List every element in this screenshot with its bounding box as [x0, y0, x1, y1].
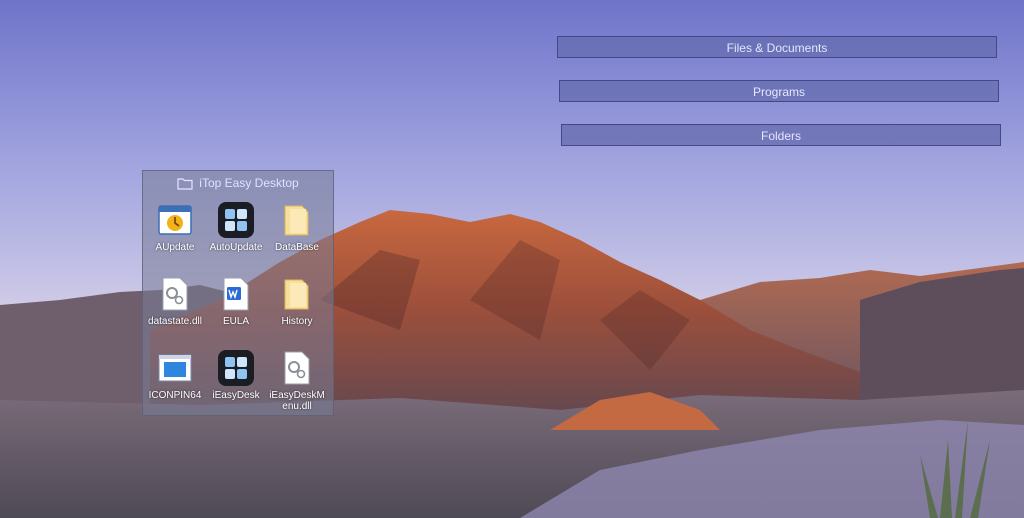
fence-item-database[interactable]: DataBase	[267, 197, 327, 271]
fence-item-label: DataBase	[275, 242, 319, 253]
autoupdate-app-icon	[217, 201, 255, 239]
iEasyDesk-app-icon	[217, 349, 255, 387]
programs-bar[interactable]: Programs	[559, 80, 999, 102]
fence-item-label: AutoUpdate	[209, 242, 263, 253]
folder-icon	[278, 201, 316, 239]
fence-icon-grid: AUpdate AutoUpdate DataBase datastate.dl…	[145, 197, 331, 419]
fence-item-aupdate[interactable]: AUpdate	[145, 197, 205, 271]
dll-file-icon	[278, 349, 316, 387]
fence-item-ieasydesk[interactable]: iEasyDesk	[206, 345, 266, 419]
folders-bar[interactable]: Folders	[561, 124, 1001, 146]
fence-item-ieasydeskmenu-dll[interactable]: iEasyDeskMenu.dll	[267, 345, 327, 419]
dll-file-icon	[156, 275, 194, 313]
fence-item-eula[interactable]: EULA	[206, 271, 266, 345]
fence-item-label: datastate.dll	[148, 316, 202, 327]
folder-outline-icon	[177, 177, 193, 190]
fence-item-label: History	[281, 316, 313, 327]
fence-title: iTop Easy Desktop	[199, 176, 299, 190]
folder-icon	[278, 275, 316, 313]
fence-item-autoupdate[interactable]: AutoUpdate	[206, 197, 266, 271]
fence-item-datastate-dll[interactable]: datastate.dll	[145, 271, 205, 345]
fence-item-label: ICONPIN64	[148, 390, 202, 401]
files-documents-bar[interactable]: Files & Documents	[557, 36, 997, 58]
aupdate-app-icon	[156, 201, 194, 239]
word-document-icon	[217, 275, 255, 313]
fence-header[interactable]: iTop Easy Desktop	[143, 171, 333, 195]
desktop[interactable]: Files & Documents Programs Folders iTop …	[0, 0, 1024, 518]
fence-item-history[interactable]: History	[267, 271, 327, 345]
fence-item-label: AUpdate	[155, 242, 195, 253]
fence-item-label: iEasyDeskMenu.dll	[269, 390, 325, 412]
desktop-fence[interactable]: iTop Easy Desktop AUpdate AutoUpdate Dat…	[142, 170, 334, 416]
fence-item-label: iEasyDesk	[212, 390, 260, 401]
fence-item-iconpin64[interactable]: ICONPIN64	[145, 345, 205, 419]
fence-item-label: EULA	[222, 316, 250, 327]
window-app-icon	[156, 349, 194, 387]
